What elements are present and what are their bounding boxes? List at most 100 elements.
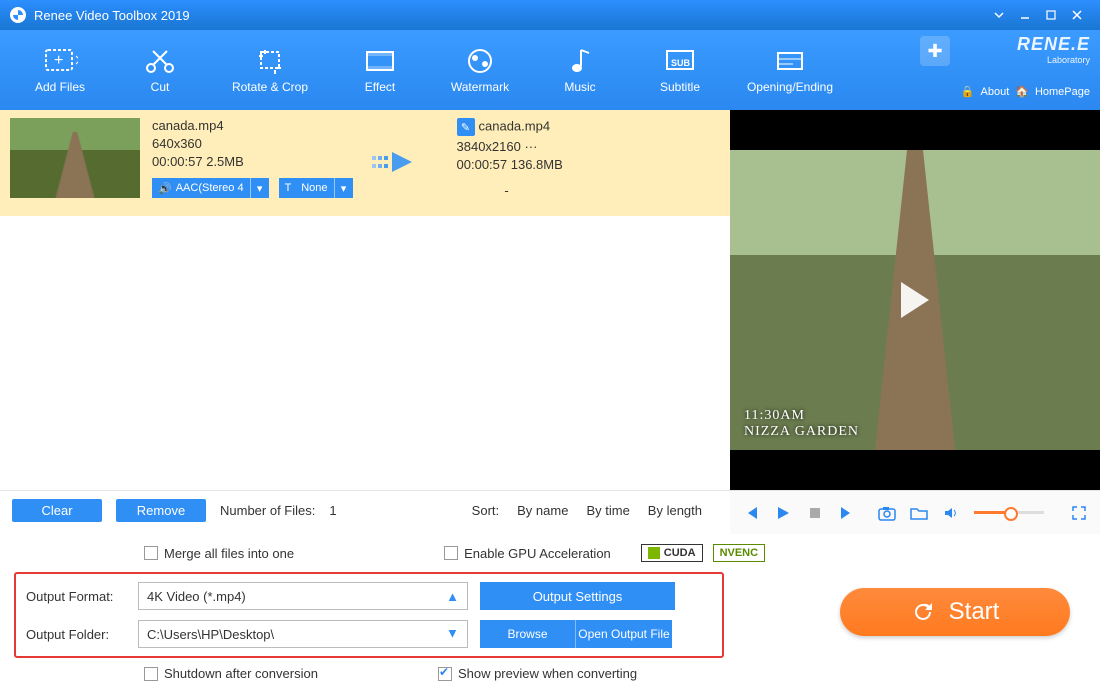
toolbar-label: Effect: [365, 80, 395, 94]
file-count-label: Number of Files:: [220, 503, 315, 518]
clear-button[interactable]: Clear: [12, 499, 102, 522]
checkbox-checked-icon: [438, 667, 452, 681]
watermark-icon: [462, 46, 498, 76]
film-icon: [362, 46, 398, 76]
gpu-accel-checkbox[interactable]: Enable GPU Acceleration: [444, 546, 611, 561]
preview-timestamp: 11:30AM: [744, 408, 859, 424]
toolbar-label: Watermark: [451, 80, 509, 94]
shutdown-label: Shutdown after conversion: [164, 666, 318, 681]
refresh-icon: [911, 600, 935, 624]
output-format-value: 4K Video (*.mp4): [147, 589, 246, 604]
svg-text:+: +: [54, 52, 63, 69]
output-folder-value: C:\Users\HP\Desktop\: [147, 627, 274, 642]
crop-icon: [252, 46, 288, 76]
output-folder-select[interactable]: C:\Users\HP\Desktop\ ▲: [138, 620, 468, 648]
app-title: Renee Video Toolbox 2019: [34, 8, 190, 23]
input-filename: canada.mp4: [152, 118, 353, 133]
browse-button[interactable]: Browse: [480, 620, 576, 648]
start-label: Start: [949, 598, 1000, 626]
audio-codec-caret-icon[interactable]: ▾: [251, 178, 269, 198]
merge-files-checkbox[interactable]: Merge all files into one: [144, 546, 294, 561]
video-preview[interactable]: 11:30AM NIZZA GARDEN: [730, 110, 1100, 490]
open-output-file-button[interactable]: Open Output File: [576, 620, 672, 648]
subtitle-button[interactable]: SUB Subtitle: [630, 46, 730, 94]
music-note-icon: [562, 46, 598, 76]
scissors-icon: [142, 46, 178, 76]
output-duration-size: 00:00:57 136.8MB: [457, 157, 617, 172]
svg-text:SUB: SUB: [671, 58, 691, 68]
output-settings-group: Output Format: 4K Video (*.mp4) ▲ Output…: [14, 572, 724, 658]
app-logo-icon: [10, 7, 26, 23]
add-files-icon: +: [42, 46, 78, 76]
convert-arrow-icon: [365, 133, 435, 193]
gpu-accel-label: Enable GPU Acceleration: [464, 546, 611, 561]
minimize-window-icon[interactable]: [1012, 5, 1038, 25]
output-format-select[interactable]: 4K Video (*.mp4) ▲: [138, 582, 468, 610]
watermark-button[interactable]: Watermark: [430, 46, 530, 94]
homepage-link[interactable]: HomePage: [1035, 86, 1090, 98]
output-settings-button[interactable]: Output Settings: [480, 582, 675, 610]
cut-button[interactable]: Cut: [110, 46, 210, 94]
cuda-badge: CUDA: [641, 544, 703, 562]
next-track-icon[interactable]: [838, 504, 856, 522]
stop-icon[interactable]: [806, 504, 824, 522]
file-count-value: 1: [329, 503, 336, 518]
show-preview-checkbox[interactable]: Show preview when converting: [438, 666, 637, 681]
remove-button[interactable]: Remove: [116, 499, 206, 522]
prev-track-icon[interactable]: [742, 504, 760, 522]
sort-by-time[interactable]: By time: [586, 503, 629, 518]
nvenc-badge: NVENC: [713, 544, 766, 562]
opening-ending-button[interactable]: Opening/Ending: [730, 46, 850, 94]
maximize-window-icon[interactable]: [1038, 5, 1064, 25]
checkbox-icon: [144, 667, 158, 681]
show-preview-label: Show preview when converting: [458, 666, 637, 681]
output-edit-icon[interactable]: ✎: [457, 118, 475, 136]
sort-by-name[interactable]: By name: [517, 503, 568, 518]
open-folder-icon[interactable]: [910, 504, 928, 522]
about-link[interactable]: About: [981, 86, 1010, 98]
input-duration-size: 00:00:57 2.5MB: [152, 154, 353, 169]
close-window-icon[interactable]: [1064, 5, 1090, 25]
file-item[interactable]: canada.mp4 640x360 00:00:57 2.5MB 🔊 AAC(…: [0, 110, 730, 216]
checkbox-icon: [444, 546, 458, 560]
dropdown-window-icon[interactable]: [986, 5, 1012, 25]
rotate-crop-button[interactable]: Rotate & Crop: [210, 46, 330, 94]
brand-subtitle: Laboratory: [961, 55, 1090, 65]
home-icon: 🏠: [1015, 85, 1029, 98]
toolbar-label: Opening/Ending: [747, 80, 833, 94]
output-folder-label: Output Folder:: [26, 627, 126, 642]
add-files-button[interactable]: + Add Files: [10, 46, 110, 94]
output-resolution: 3840x2160 ···: [457, 139, 617, 154]
toolbar-label: Cut: [151, 80, 170, 94]
effect-button[interactable]: Effect: [330, 46, 430, 94]
toolbar-label: Rotate & Crop: [232, 80, 308, 94]
subtitle-track-caret-icon[interactable]: ▾: [335, 178, 353, 198]
merge-files-label: Merge all files into one: [164, 546, 294, 561]
audio-codec-dropdown[interactable]: 🔊 AAC(Stereo 4: [152, 178, 251, 198]
start-button[interactable]: Start: [840, 588, 1070, 636]
lock-icon: 🔒: [961, 85, 975, 98]
fullscreen-icon[interactable]: [1070, 504, 1088, 522]
brand-badge-icon: ✚: [920, 36, 950, 66]
input-resolution: 640x360: [152, 136, 353, 151]
snapshot-icon[interactable]: [878, 504, 896, 522]
output-filename: canada.mp4: [479, 119, 551, 134]
output-dash: -: [457, 183, 557, 198]
subtitle-icon: SUB: [662, 46, 698, 76]
play-icon[interactable]: [774, 504, 792, 522]
shutdown-checkbox[interactable]: Shutdown after conversion: [144, 666, 318, 681]
music-button[interactable]: Music: [530, 46, 630, 94]
volume-icon[interactable]: [942, 504, 960, 522]
caret-up-icon: ▲: [446, 589, 459, 604]
toolbar-label: Add Files: [35, 80, 85, 94]
brand-name: RENE.E: [961, 34, 1090, 55]
video-thumbnail: [10, 118, 140, 198]
subtitle-track-dropdown[interactable]: T None: [279, 178, 335, 198]
file-list: canada.mp4 640x360 00:00:57 2.5MB 🔊 AAC(…: [0, 110, 730, 490]
toolbar-label: Music: [564, 80, 595, 94]
output-format-label: Output Format:: [26, 589, 126, 604]
play-overlay-icon[interactable]: [901, 282, 929, 318]
volume-slider[interactable]: [974, 511, 1044, 514]
preview-location: NIZZA GARDEN: [744, 424, 859, 440]
sort-by-length[interactable]: By length: [648, 503, 702, 518]
